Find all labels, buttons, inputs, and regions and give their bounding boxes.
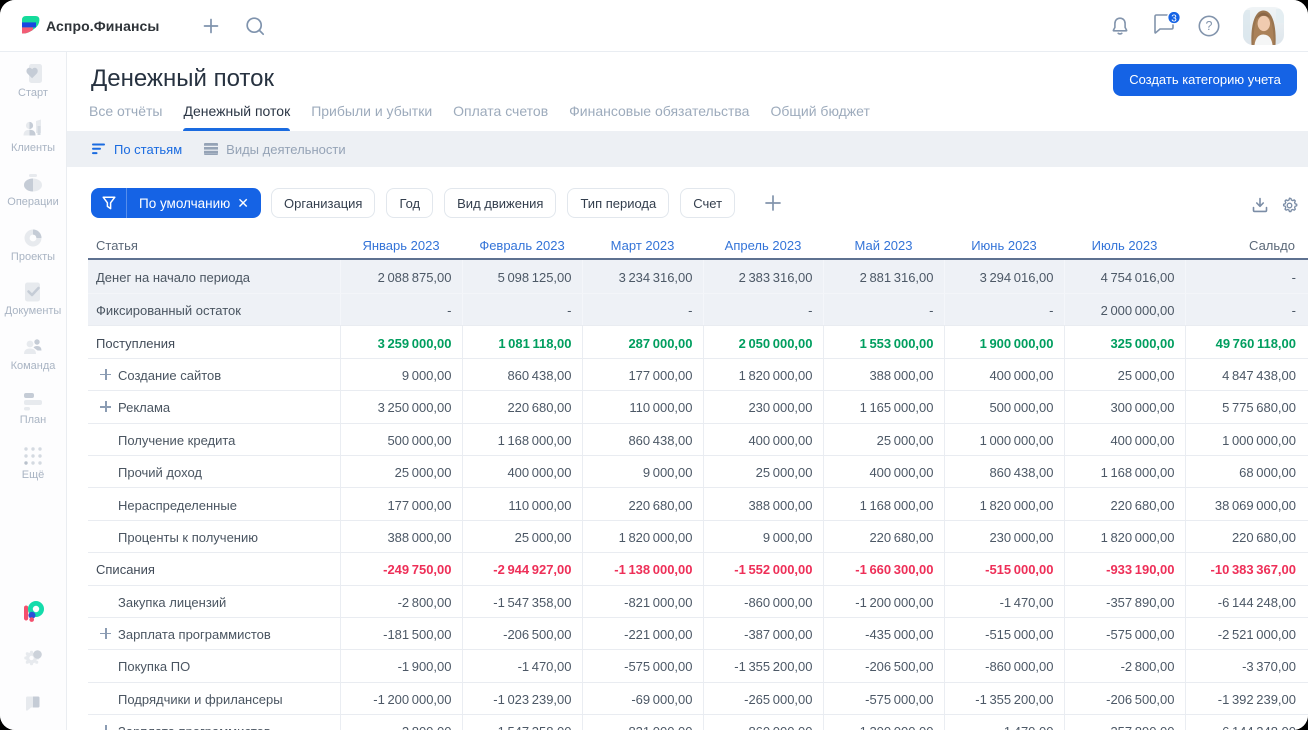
svg-text:?: ? bbox=[1206, 19, 1213, 33]
svg-text:3: 3 bbox=[1171, 13, 1177, 24]
